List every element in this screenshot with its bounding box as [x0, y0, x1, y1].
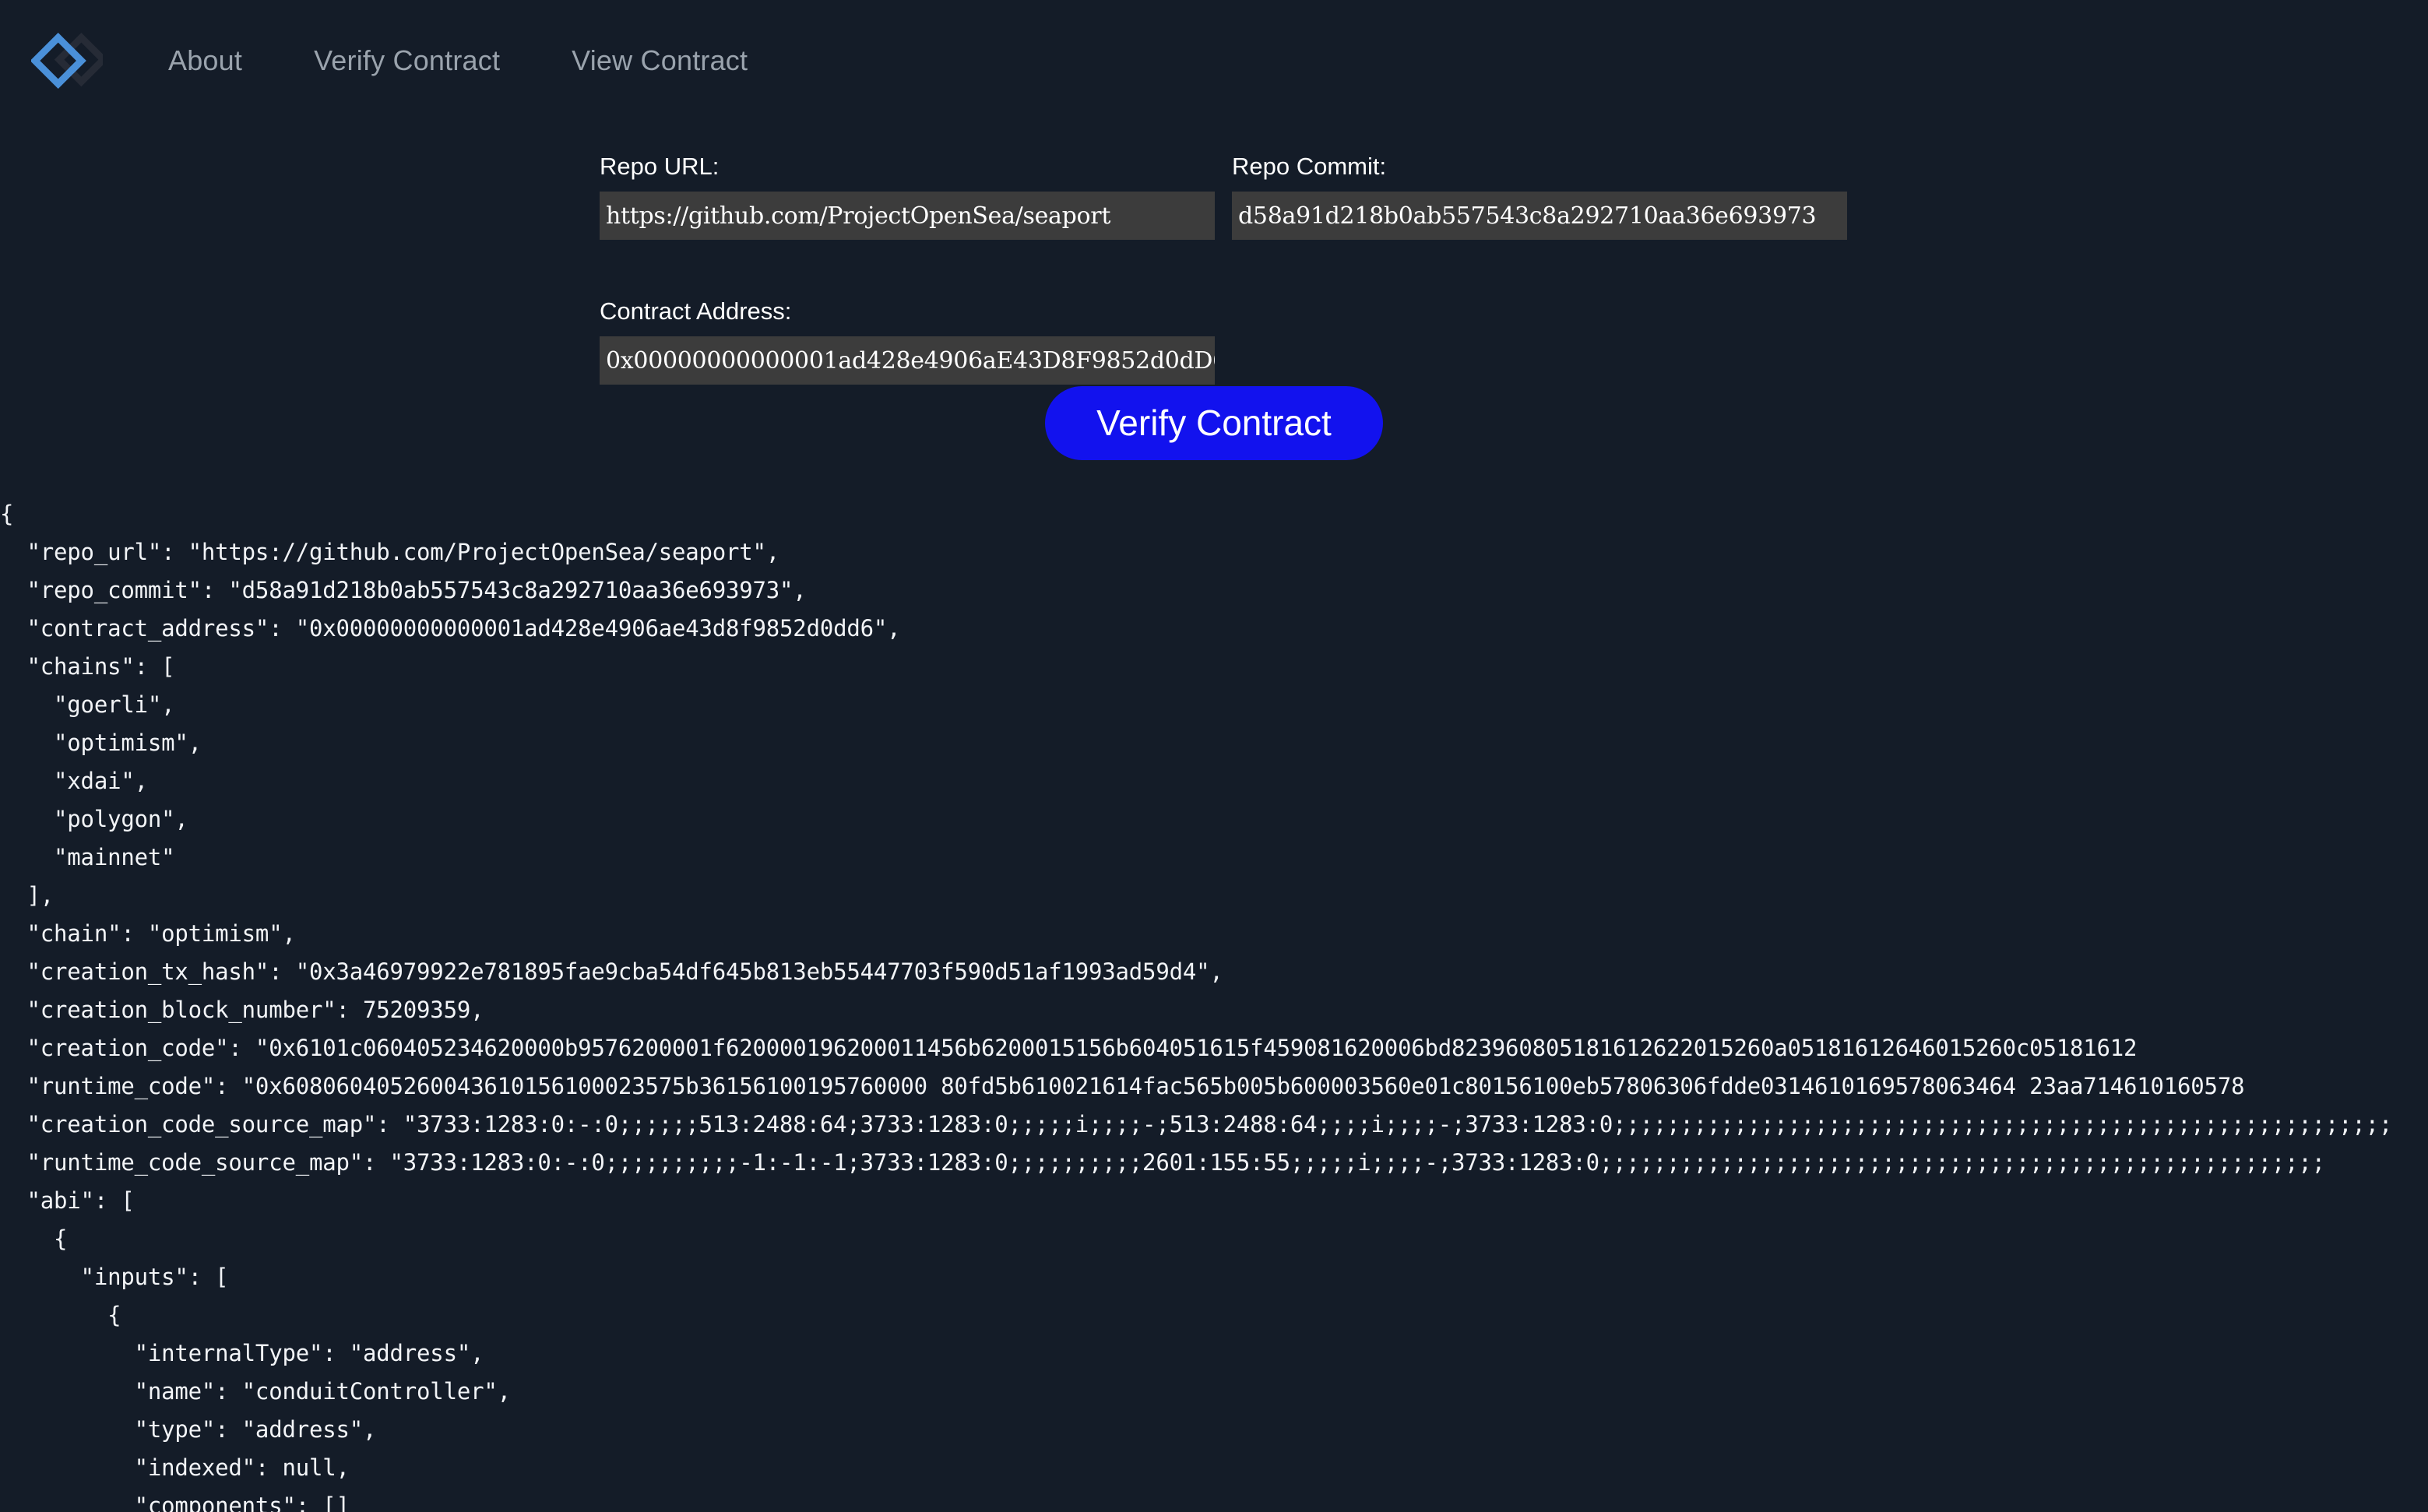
contract-address-label: Contract Address: [600, 297, 792, 325]
nav-link-verify-contract[interactable]: Verify Contract [314, 44, 500, 77]
verify-contract-form: Repo URL: https://github.com/ProjectOpen… [600, 153, 1861, 385]
interlocking-diamonds-logo-icon [31, 32, 103, 90]
repo-commit-input[interactable]: d58a91d218b0ab557543c8a292710aa36e693973 [1232, 192, 1847, 240]
verification-result-json: { "repo_url": "https://github.com/Projec… [0, 501, 2393, 1512]
repo-url-input[interactable]: https://github.com/ProjectOpenSea/seapor… [600, 192, 1215, 240]
nav-link-about[interactable]: About [168, 44, 242, 77]
logo[interactable] [31, 25, 103, 97]
nav-links: About Verify Contract View Contract [168, 44, 748, 77]
repo-url-field: Repo URL: https://github.com/ProjectOpen… [600, 153, 1215, 240]
form-row-1: Repo URL: https://github.com/ProjectOpen… [600, 153, 1861, 240]
submit-row: Verify Contract [0, 386, 2428, 460]
nav-link-view-contract[interactable]: View Contract [572, 44, 748, 77]
contract-address-input[interactable]: 0x00000000000001ad428e4906aE43D8F9852d0d… [600, 336, 1215, 385]
repo-commit-label: Repo Commit: [1232, 153, 1387, 180]
navbar: About Verify Contract View Contract [0, 0, 2428, 121]
verify-contract-button[interactable]: Verify Contract [1045, 386, 1383, 460]
repo-url-label: Repo URL: [600, 153, 720, 180]
repo-commit-field: Repo Commit: d58a91d218b0ab557543c8a2927… [1232, 153, 1847, 240]
form-row-2: Contract Address: 0x00000000000001ad428e… [600, 240, 1861, 385]
contract-address-field: Contract Address: 0x00000000000001ad428e… [600, 297, 1215, 385]
